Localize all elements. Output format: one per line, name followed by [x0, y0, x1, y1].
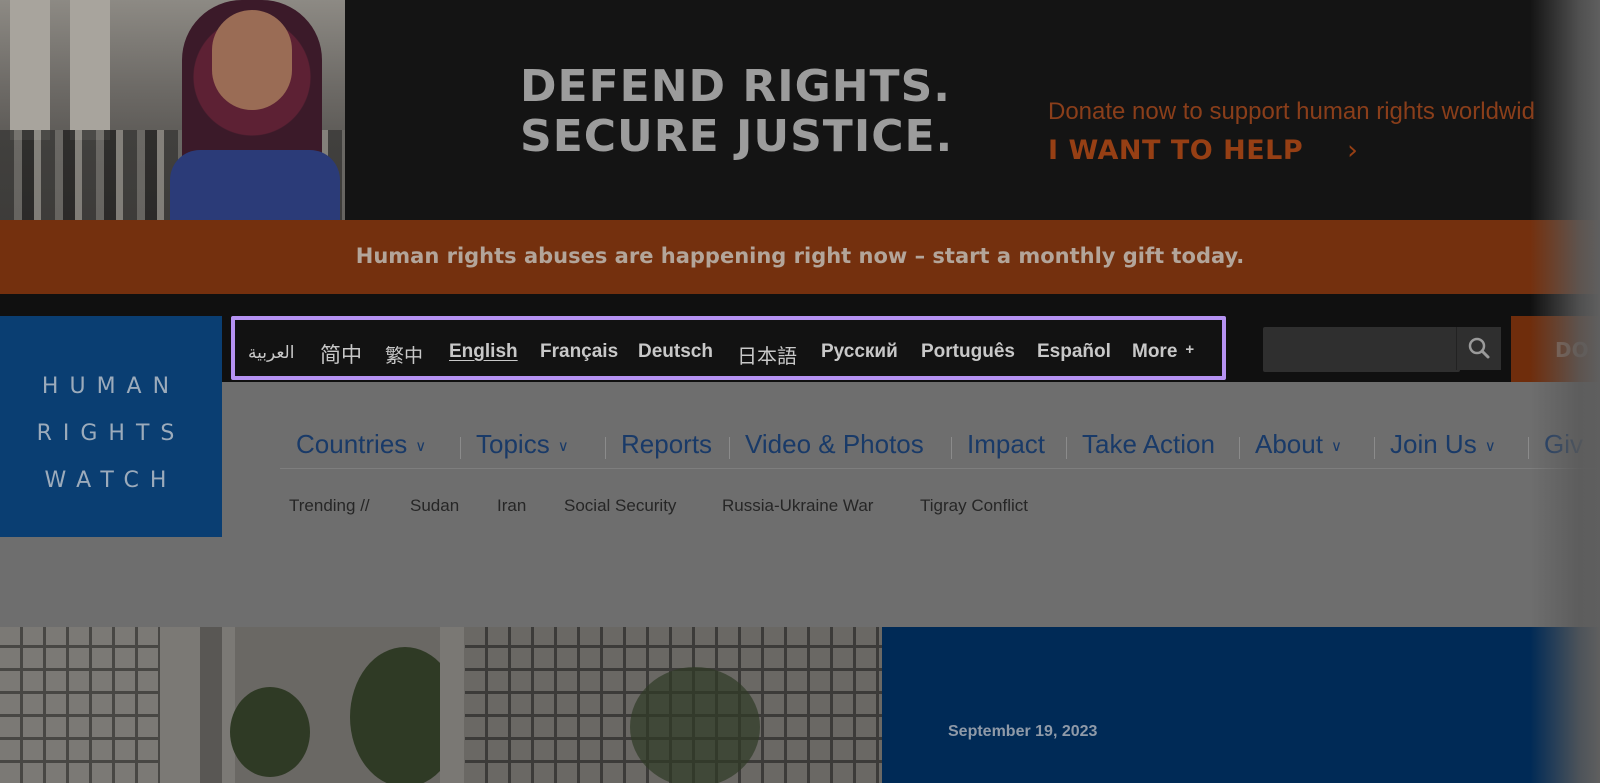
feature-panel[interactable]: September 19, 2023 [882, 627, 1600, 783]
trending-item-russia-ukraine-war[interactable]: Russia-Ukraine War [722, 496, 873, 516]
lang-more-label: More [1132, 341, 1178, 362]
nav-topics[interactable]: Topics ∨ [476, 429, 569, 460]
nav-about-label: About [1255, 429, 1323, 459]
lang-spanish[interactable]: Español [1037, 341, 1111, 363]
nav-divider [1239, 437, 1240, 459]
chevron-down-icon: ∨ [557, 438, 569, 456]
chevron-down-icon: ∨ [1484, 438, 1496, 456]
lang-russian[interactable]: Русский [821, 341, 898, 363]
nav-divider [1066, 437, 1067, 459]
i-want-to-help-link[interactable]: I WANT TO HELP › [1048, 135, 1358, 166]
lang-portuguese[interactable]: Português [921, 341, 1015, 363]
lang-english[interactable]: English [449, 341, 518, 363]
photo-fence [0, 627, 160, 783]
lang-german[interactable]: Deutsch [638, 341, 713, 363]
lang-more-button[interactable]: More + [1132, 341, 1194, 363]
feature-photo[interactable] [0, 627, 882, 783]
monthly-gift-banner[interactable]: Human rights abuses are happening right … [0, 220, 1600, 294]
logo-line-rights: RIGHTS [36, 421, 186, 446]
search-button[interactable] [1456, 327, 1501, 370]
plus-icon: + [1185, 341, 1195, 358]
search-icon [1468, 337, 1490, 359]
chevron-down-icon: ∨ [415, 438, 427, 456]
chevron-down-icon: ∨ [1330, 438, 1342, 456]
nav-divider-rule [280, 468, 1600, 469]
photo-tree [230, 687, 310, 777]
language-selector: العربية 简中 繁中 English Français Deutsch 日… [231, 316, 1226, 380]
photo-tree [630, 667, 760, 783]
lang-japanese[interactable]: 日本語 [737, 340, 797, 369]
lang-traditional-chinese[interactable]: 繁中 [385, 341, 423, 368]
trending-label: Trending // [289, 496, 370, 515]
nav-divider [1374, 437, 1375, 459]
nav-join-us-label: Join Us [1390, 429, 1477, 459]
donation-hero-banner[interactable]: DEFEND RIGHTS. SECURE JUSTICE. Donate no… [0, 0, 1600, 220]
hero-headline: DEFEND RIGHTS. SECURE JUSTICE. [520, 62, 953, 162]
cta-label: I WANT TO HELP [1048, 135, 1304, 166]
lang-arabic[interactable]: العربية [248, 343, 294, 363]
photo-column [10, 0, 50, 140]
nav-take-action[interactable]: Take Action [1082, 429, 1215, 460]
nav-video-photos[interactable]: Video & Photos [745, 429, 924, 460]
chevron-right-icon: › [1347, 135, 1359, 166]
nav-about[interactable]: About ∨ [1255, 429, 1342, 460]
nav-divider [460, 437, 461, 459]
nav-countries-label: Countries [296, 429, 408, 459]
nav-divider [729, 437, 730, 459]
logo-line-watch: WATCH [44, 468, 178, 493]
content-gap [0, 537, 1600, 627]
donate-button[interactable]: DO [1511, 316, 1600, 382]
trending-item-iran[interactable]: Iran [497, 496, 526, 516]
nav-countries[interactable]: Countries ∨ [296, 429, 426, 460]
nav-divider [951, 437, 952, 459]
nav-topics-label: Topics [476, 429, 550, 459]
nav-impact[interactable]: Impact [967, 429, 1045, 460]
logo-line-human: HUMAN [41, 374, 181, 399]
nav-join-us[interactable]: Join Us ∨ [1390, 429, 1496, 460]
photo-girl-face [212, 10, 292, 110]
photo-girl-shirt [170, 150, 340, 220]
hrw-logo[interactable]: HUMAN RIGHTS WATCH [0, 316, 222, 537]
photo-post [440, 627, 464, 783]
photo-post [200, 627, 222, 783]
hero-photo [0, 0, 345, 220]
hero-donate-text: Donate now to support human rights world… [1048, 98, 1535, 125]
monthly-gift-text: Human rights abuses are happening right … [355, 244, 1245, 268]
trending-item-social-security[interactable]: Social Security [564, 496, 676, 516]
trending-item-tigray-conflict[interactable]: Tigray Conflict [920, 496, 1028, 516]
nav-reports[interactable]: Reports [621, 429, 712, 460]
nav-divider [1528, 437, 1529, 459]
feature-date: September 19, 2023 [948, 723, 1098, 740]
logo-text: HUMAN RIGHTS WATCH [0, 363, 222, 504]
trending-item-sudan[interactable]: Sudan [410, 496, 459, 516]
nav-divider [605, 437, 606, 459]
hero-headline-line1: DEFEND RIGHTS. [520, 61, 951, 112]
donate-button-label: DO [1555, 338, 1589, 362]
photo-column [70, 0, 110, 140]
lang-french[interactable]: Français [540, 341, 618, 363]
search-input[interactable] [1263, 327, 1460, 372]
lang-simplified-chinese[interactable]: 简中 [320, 339, 362, 369]
hero-headline-line2: SECURE JUSTICE. [520, 111, 954, 162]
nav-give[interactable]: Giv [1544, 429, 1583, 460]
